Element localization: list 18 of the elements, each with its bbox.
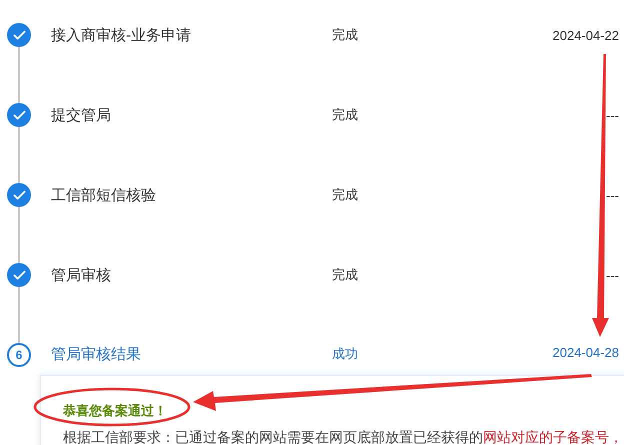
step-title: 提交管局 <box>50 106 111 124</box>
step-title: 接入商审核-业务申请 <box>50 26 191 44</box>
step-date: --- <box>606 108 619 122</box>
step-number: 6 <box>7 343 31 367</box>
step-title: 管局审核 <box>50 266 111 284</box>
step-date: --- <box>606 188 619 202</box>
step-date: --- <box>606 268 619 282</box>
step-status: 完成 <box>332 266 358 284</box>
step-status: 完成 <box>332 186 358 204</box>
step-status: 完成 <box>332 106 358 124</box>
step-date: 2024-04-28 <box>552 345 619 360</box>
success-heading: 恭喜您备案通过！ <box>63 402 168 420</box>
step-status: 成功 <box>332 345 358 363</box>
step-date: 2024-04-22 <box>552 28 619 42</box>
step-title: 工信部短信核验 <box>50 186 156 204</box>
step-status: 完成 <box>332 26 358 44</box>
requirement-text: 根据工信部要求：已通过备案的网站需要在网页底部放置已经获得的网站对应的子备案号， <box>63 428 624 445</box>
step-title: 管局审核结果 <box>50 345 141 364</box>
